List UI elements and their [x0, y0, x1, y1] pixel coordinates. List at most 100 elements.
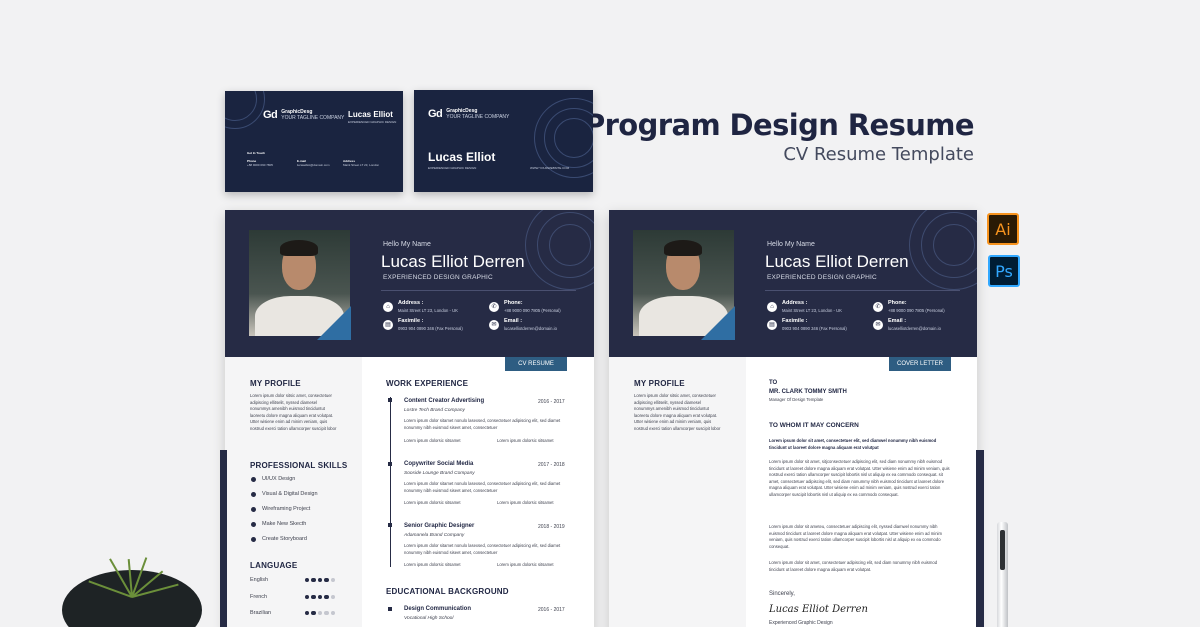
card-back-role: EXPERIENCED GRAPHIC DESIGN	[348, 120, 397, 124]
job-years: 2016 - 2017	[538, 399, 565, 405]
job-company: Sooside Lounge Brand Company	[404, 471, 475, 476]
product-heading: Program Design Resume CV Resume Template	[583, 108, 975, 165]
skill-item: UI/UX Design	[251, 476, 295, 482]
profile-text: Lorem ipsum dolor sitsic amet, consectet…	[634, 393, 721, 431]
edu-years: 2016 - 2017	[538, 607, 565, 613]
language-item: English	[250, 577, 335, 583]
illustrator-icon: Ai	[987, 213, 1019, 245]
hello-label: Hello My Name	[383, 241, 431, 248]
card-email-value: lucaselliot@domain.com	[297, 163, 330, 167]
skill-item: Wireframing Project	[251, 506, 310, 512]
job-description: Lorem ipsum dolor sitamet nonulo lasexse…	[404, 418, 561, 430]
signature-role: Experienced Graphic Design	[769, 620, 833, 626]
home-icon: ⌂	[383, 302, 393, 312]
job-bullet: Lorem ipsum dolorsic sitsamet	[404, 562, 461, 567]
back-sheet-edge	[976, 450, 984, 627]
signature: Lucas Elliot Derren	[769, 604, 868, 615]
job-years: 2017 - 2018	[538, 462, 565, 468]
job-bullet: Lorem ipsum dolorsic sitsamet	[404, 438, 461, 443]
concern-heading: TO WHOM IT MAY CONCERN	[769, 422, 859, 429]
resume-role: EXPERIENCED DESIGN GRAPHIC	[383, 274, 493, 281]
address-contact: ⌂ Address : Maint Street LT 23, London - …	[383, 300, 458, 313]
back-sheet-edge	[220, 450, 227, 627]
business-card-back: Gd GraphicDesg YOUR TAGLINE COMPANY Lucas…	[225, 91, 403, 192]
profile-heading: MY PROFILE	[634, 379, 685, 388]
brand-tagline: YOUR TAGLINE COMPANY	[446, 114, 510, 120]
card-front-role: EXPERIENCED GRAPHIC DESIGN	[428, 166, 477, 170]
job-bullet: Lorem ipsum dolorsic sitsamet	[497, 438, 554, 443]
phone-contact: ✆ Phone: +88 9000 090 7805 (Personal)	[489, 300, 561, 313]
profile-heading: MY PROFILE	[250, 379, 301, 388]
resume-header: Hello My Name Lucas Elliot Derren EXPERI…	[225, 210, 594, 357]
letter-header: Hello My Name Lucas Elliot Derren EXPERI…	[609, 210, 977, 357]
work-heading: WORK EXPERIENCE	[386, 379, 469, 388]
job-description: Lorem ipsum dolor sitamet nonulo lasexse…	[404, 543, 561, 555]
job-title: Senior Graphic Designer	[404, 523, 475, 529]
job-bullet: Lorem ipsum dolorsic sitsamet	[404, 500, 461, 505]
mail-icon: ✉	[873, 320, 883, 330]
phone-icon: ✆	[873, 302, 883, 312]
brand-logo: Gd GraphicDesg YOUR TAGLINE COMPANY	[428, 108, 510, 120]
accent-triangle	[701, 306, 735, 340]
recipient-name: MR. CLARK TOMMY SMITH	[769, 389, 847, 395]
job-company: Lostre Tech Brand Company	[404, 408, 465, 413]
recipient-role: Manager Of Design Template	[769, 397, 824, 402]
product-subtitle: CV Resume Template	[783, 144, 974, 165]
hello-label: Hello My Name	[767, 241, 815, 248]
letter-paragraph: Lorem ipsum dolor sit ameteu, consectetu…	[769, 524, 942, 549]
cover-letter-tag: COVER LETTER	[889, 357, 951, 371]
product-title: Program Design Resume	[583, 108, 975, 142]
brand-tagline: YOUR TAGLINE COMPANY	[281, 115, 345, 121]
language-level	[304, 594, 335, 600]
skill-item: Create Storyboard	[251, 536, 307, 542]
language-item: French	[250, 594, 335, 600]
cover-letter-sheet: Hello My Name Lucas Elliot Derren EXPERI…	[609, 210, 977, 627]
phone-icon: ✆	[489, 302, 499, 312]
job-company: Adamanela Brand Company	[404, 533, 465, 538]
plant-decoration	[62, 570, 202, 627]
skill-item: Make New Skecth	[251, 521, 306, 527]
letter-paragraph: Lorem ipsum dolor sit amet, sitjconsecte…	[769, 459, 950, 497]
language-item: Brazilian	[250, 610, 335, 616]
business-card-front: Gd GraphicDesg YOUR TAGLINE COMPANY Lucas…	[414, 90, 593, 192]
job-title: Copywriter Social Media	[404, 461, 474, 467]
language-heading: LANGUAGE	[250, 561, 298, 570]
home-icon: ⌂	[767, 302, 777, 312]
letter-paragraph: Lorem ipsum dolor sit amet, consectetuer…	[769, 560, 938, 572]
mail-icon: ✉	[489, 320, 499, 330]
card-address-value: Maint Street LT 23, London	[343, 163, 380, 167]
card-phone-value: +88 9000 090 7805	[247, 163, 273, 167]
pen-decoration	[997, 522, 1008, 627]
to-label: TO	[769, 380, 778, 386]
letter-role: EXPERIENCED DESIGN GRAPHIC	[767, 274, 877, 281]
education-heading: EDUCATIONAL BACKGROUND	[386, 587, 509, 596]
get-in-touch: Get In Touch	[247, 151, 266, 155]
cv-resume-tag: CV RESUME	[505, 357, 567, 371]
job-bullet: Lorem ipsum dolorsic sitsamet	[497, 500, 554, 505]
brand-logo: Gd GraphicDesg YOUR TAGLINE COMPANY	[263, 109, 345, 121]
job-bullet: Lorem ipsum dolorsic sitsamet	[497, 562, 554, 567]
skill-item: Visual & Digital Design	[251, 491, 318, 497]
resume-name: Lucas Elliot Derren	[381, 252, 525, 271]
photoshop-icon: Ps	[988, 255, 1020, 287]
skills-heading: PROFESSIONAL SKILLS	[250, 461, 348, 470]
sincerely: Sincerely,	[769, 591, 795, 597]
phone-contact: ✆ Phone: +88 9000 090 7805 (Personal)	[873, 300, 945, 313]
email-contact: ✉ Email : lucaselliotderren@domain.io	[489, 318, 557, 331]
card-front-name: Lucas Elliot	[428, 150, 496, 164]
address-contact: ⌂ Address : Maint Street LT 23, London - …	[767, 300, 842, 313]
language-level	[304, 610, 335, 616]
email-contact: ✉ Email : lucaselliotderren@domain.io	[873, 318, 941, 331]
job-years: 2018 - 2019	[538, 524, 565, 530]
job-title: Content Creator Advertising	[404, 398, 485, 404]
printer-icon: ▤	[767, 320, 777, 330]
job-description: Lorem ipsum dolor sitamet nonulo lasexse…	[404, 481, 561, 493]
accent-triangle	[317, 306, 351, 340]
edu-school: Vocational High School	[404, 616, 454, 621]
fax-contact: ▤ Faximile :0903 904 0890 346 (Fax Perso…	[767, 318, 847, 331]
printer-icon: ▤	[383, 320, 393, 330]
card-website: WWW.YOURWEBSITE.COM	[530, 166, 570, 170]
cv-resume-sheet: Hello My Name Lucas Elliot Derren EXPERI…	[225, 210, 594, 627]
edu-title: Design Communication	[404, 606, 472, 612]
language-level	[304, 577, 335, 583]
